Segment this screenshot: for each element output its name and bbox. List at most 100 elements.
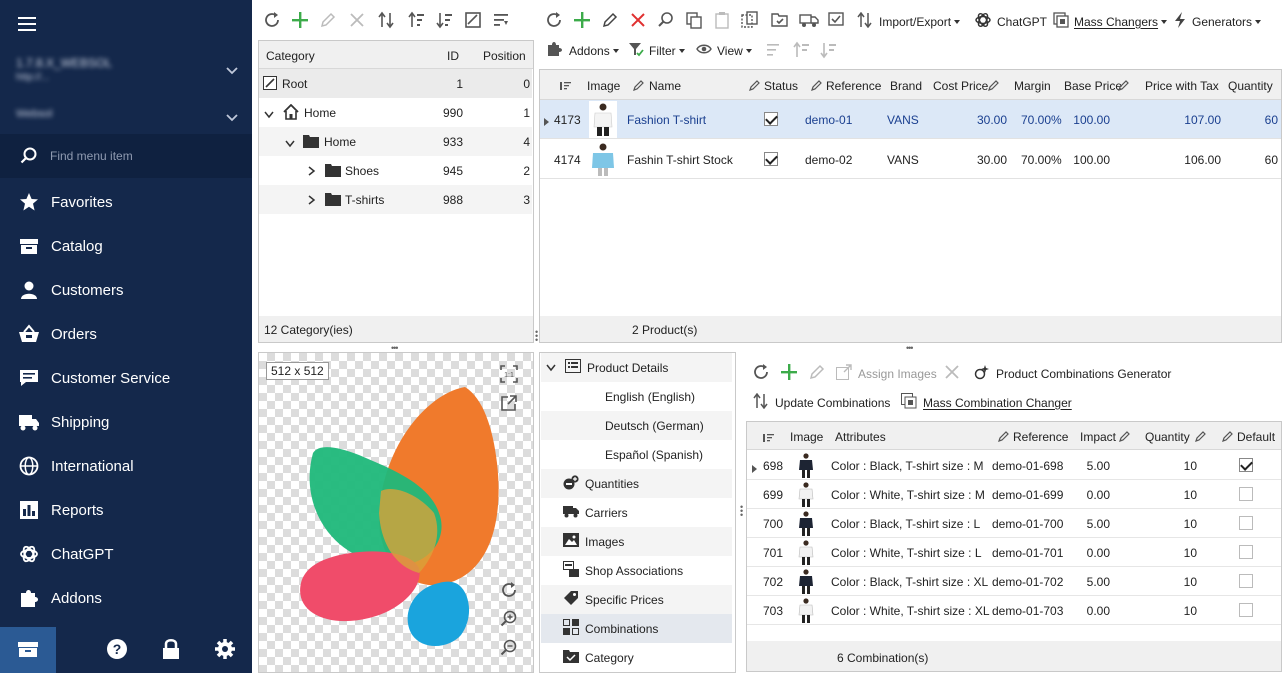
checklist-icon[interactable] bbox=[827, 11, 845, 29]
details-item-category[interactable]: Category bbox=[541, 643, 732, 672]
default-checkbox[interactable] bbox=[1239, 603, 1253, 617]
reference-column-header[interactable]: Reference bbox=[1013, 430, 1068, 444]
move-down-icon[interactable] bbox=[819, 41, 837, 59]
details-item-combinations[interactable]: Combinations bbox=[541, 614, 732, 643]
delete-icon[interactable] bbox=[943, 363, 961, 381]
view-button[interactable]: View bbox=[696, 41, 752, 60]
status-column-header[interactable]: Status bbox=[764, 79, 798, 93]
impact-column-header[interactable]: Impact bbox=[1080, 430, 1116, 444]
image-column-header[interactable]: Image bbox=[790, 430, 823, 444]
chatgpt-button[interactable]: ChatGPT bbox=[975, 12, 1047, 31]
add-icon[interactable] bbox=[291, 11, 309, 29]
base-price-column-header[interactable]: Base Price bbox=[1064, 79, 1122, 93]
lock-button[interactable] bbox=[158, 627, 184, 673]
combinations-generator-button[interactable]: Product Combinations Generator bbox=[974, 364, 1171, 383]
tree-row-root[interactable]: Root 1 0 bbox=[259, 69, 532, 98]
hamburger-menu-icon[interactable] bbox=[16, 13, 38, 35]
chevron-down-icon[interactable] bbox=[226, 64, 238, 78]
generators-button[interactable]: Generators bbox=[1173, 12, 1261, 31]
store-button[interactable] bbox=[0, 627, 56, 673]
zoom-out-icon[interactable] bbox=[500, 639, 518, 660]
combination-row[interactable]: 700 Color : Black, T-shirt size : L demo… bbox=[747, 509, 1281, 538]
image-column-header[interactable]: Image bbox=[587, 79, 620, 93]
move-up-icon[interactable] bbox=[407, 11, 425, 29]
default-checkbox[interactable] bbox=[1239, 458, 1253, 472]
refresh-icon[interactable] bbox=[752, 363, 770, 381]
details-item-product-details[interactable]: Product Details bbox=[541, 353, 732, 382]
nav-item-customers[interactable]: Customers bbox=[0, 268, 252, 312]
status-checkbox[interactable] bbox=[764, 152, 778, 166]
details-item-carriers[interactable]: Carriers bbox=[541, 498, 732, 527]
menu-search-input[interactable] bbox=[50, 146, 240, 166]
tree-row-tshirts[interactable]: T-shirts 988 3 bbox=[259, 185, 532, 214]
paste-icon[interactable] bbox=[713, 11, 731, 29]
combination-row[interactable]: 701 Color : White, T-shirt size : L demo… bbox=[747, 538, 1281, 567]
zoom-in-icon[interactable] bbox=[500, 610, 518, 631]
reference-column-header[interactable]: Reference bbox=[826, 79, 881, 93]
combination-row[interactable]: 702 Color : Black, T-shirt size : XL dem… bbox=[747, 567, 1281, 596]
splitter-handle[interactable]: ••• bbox=[906, 343, 914, 353]
edit-icon[interactable] bbox=[601, 11, 619, 29]
nav-item-orders[interactable]: Orders bbox=[0, 312, 252, 356]
duplicate-icon[interactable] bbox=[741, 11, 759, 29]
combination-row[interactable]: 698 Color : Black, T-shirt size : M demo… bbox=[747, 451, 1281, 480]
default-checkbox[interactable] bbox=[1239, 487, 1253, 501]
delete-icon[interactable] bbox=[348, 11, 366, 29]
addons-button[interactable]: Addons bbox=[547, 41, 619, 60]
splitter-handle[interactable]: ••• bbox=[535, 328, 538, 345]
refresh-icon[interactable] bbox=[263, 11, 281, 29]
default-checkbox[interactable] bbox=[1239, 545, 1253, 559]
details-item-specific-prices[interactable]: Specific Prices bbox=[541, 585, 732, 614]
mass-changers-button[interactable]: Mass Changers bbox=[1053, 12, 1167, 31]
rotate-icon[interactable] bbox=[500, 581, 518, 602]
name-column-header[interactable]: Name bbox=[649, 79, 681, 93]
collapse-chevron-icon[interactable] bbox=[546, 361, 556, 375]
shop-select[interactable]: Websol bbox=[16, 108, 52, 120]
sort-az-icon[interactable] bbox=[765, 41, 783, 59]
details-item-english[interactable]: English (English) bbox=[541, 382, 732, 411]
import-export-button[interactable]: Import/Export bbox=[857, 11, 960, 31]
quantity-column-header[interactable]: Quantity bbox=[1145, 430, 1190, 444]
add-icon[interactable] bbox=[573, 11, 591, 29]
sort-arrows-icon[interactable] bbox=[377, 11, 395, 29]
splitter-handle[interactable]: ••• bbox=[740, 503, 743, 520]
default-checkbox[interactable] bbox=[1239, 574, 1253, 588]
details-item-shop-associations[interactable]: Shop Associations bbox=[541, 556, 732, 585]
mass-combination-changer-button[interactable]: Mass Combination Changer bbox=[901, 393, 1072, 412]
move-up-icon[interactable] bbox=[792, 41, 810, 59]
nav-item-customer-service[interactable]: Customer Service bbox=[0, 356, 252, 400]
delete-icon[interactable] bbox=[629, 11, 647, 29]
attributes-column-header[interactable]: Attributes bbox=[835, 430, 886, 444]
category-column-header[interactable]: Category bbox=[266, 49, 315, 63]
move-down-icon[interactable] bbox=[435, 11, 453, 29]
filter-button[interactable]: Filter bbox=[628, 41, 685, 60]
tree-row-shoes[interactable]: Shoes 945 2 bbox=[259, 156, 532, 185]
expand-chevron-right-icon[interactable] bbox=[308, 194, 316, 208]
tree-row-home[interactable]: Home 990 1 bbox=[259, 98, 532, 127]
nav-item-international[interactable]: International bbox=[0, 444, 252, 488]
details-item-quantities[interactable]: Quantities bbox=[541, 469, 732, 498]
refresh-icon[interactable] bbox=[545, 11, 563, 29]
folder-check-icon[interactable] bbox=[771, 11, 789, 29]
default-checkbox[interactable] bbox=[1239, 516, 1253, 530]
nav-item-catalog[interactable]: Catalog bbox=[0, 224, 252, 268]
quantity-column-header[interactable]: Quantity bbox=[1228, 79, 1273, 93]
brand-column-header[interactable]: Brand bbox=[890, 79, 922, 93]
tree-row-home-child[interactable]: Home 933 4 bbox=[259, 127, 532, 156]
update-combinations-button[interactable]: Update Combinations bbox=[753, 392, 890, 412]
details-item-images[interactable]: Images bbox=[541, 527, 732, 556]
margin-column-header[interactable]: Margin bbox=[1014, 79, 1051, 93]
details-item-german[interactable]: Deutsch (German) bbox=[541, 411, 732, 440]
copy-icon[interactable] bbox=[685, 11, 703, 29]
image-edit-icon[interactable] bbox=[464, 11, 482, 29]
id-column-header[interactable]: ID bbox=[447, 49, 459, 63]
details-item-spanish[interactable]: Español (Spanish) bbox=[541, 440, 732, 469]
chevron-down-icon[interactable] bbox=[226, 111, 238, 125]
add-icon[interactable] bbox=[780, 363, 798, 381]
expand-chevron-icon[interactable] bbox=[264, 108, 274, 122]
settings-button[interactable] bbox=[212, 627, 238, 673]
product-row[interactable]: 4173 Fashion T-shirt demo-01 VANS 30.00 … bbox=[540, 100, 1281, 139]
nav-item-addons[interactable]: Addons bbox=[0, 576, 252, 620]
shipping-icon[interactable] bbox=[799, 11, 819, 29]
edit-icon[interactable] bbox=[319, 11, 337, 29]
